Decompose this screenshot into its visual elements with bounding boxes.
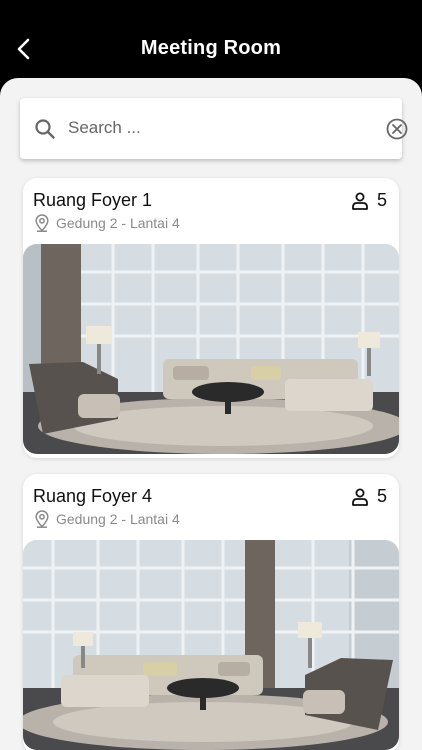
room-name: Ruang Foyer 1 bbox=[33, 190, 153, 210]
person-icon bbox=[352, 488, 368, 506]
room-photo bbox=[23, 540, 399, 750]
room-name: Ruang Foyer 4 bbox=[33, 486, 153, 506]
clear-search-icon[interactable] bbox=[385, 117, 409, 141]
location-pin-icon bbox=[35, 214, 49, 232]
location-text: Gedung 2 - Lantai 4 bbox=[56, 511, 180, 527]
room-capacity: 5 bbox=[351, 486, 387, 507]
capacity-value: 5 bbox=[376, 190, 387, 210]
room-photo bbox=[23, 244, 399, 454]
page-title: Meeting Room bbox=[140, 37, 282, 59]
room-location: Gedung 2 - Lantai 4 bbox=[35, 214, 180, 232]
room-card[interactable]: Ruang Foyer 4 5 Gedung 2 - Lantai 4 bbox=[23, 474, 399, 750]
content-sheet: Ruang Foyer 1 5 Gedung 2 - Lantai 4 bbox=[0, 78, 422, 750]
room-location: Gedung 2 - Lantai 4 bbox=[35, 510, 180, 528]
search-input[interactable] bbox=[68, 110, 348, 146]
person-icon bbox=[352, 192, 368, 210]
search-icon bbox=[35, 119, 55, 139]
location-text: Gedung 2 - Lantai 4 bbox=[56, 215, 180, 231]
room-card[interactable]: Ruang Foyer 1 5 Gedung 2 - Lantai 4 bbox=[23, 178, 399, 458]
capacity-value: 5 bbox=[376, 486, 387, 506]
location-pin-icon bbox=[35, 510, 49, 528]
search-bar bbox=[20, 98, 408, 159]
app-header: Meeting Room bbox=[0, 0, 422, 90]
room-capacity: 5 bbox=[351, 190, 387, 211]
